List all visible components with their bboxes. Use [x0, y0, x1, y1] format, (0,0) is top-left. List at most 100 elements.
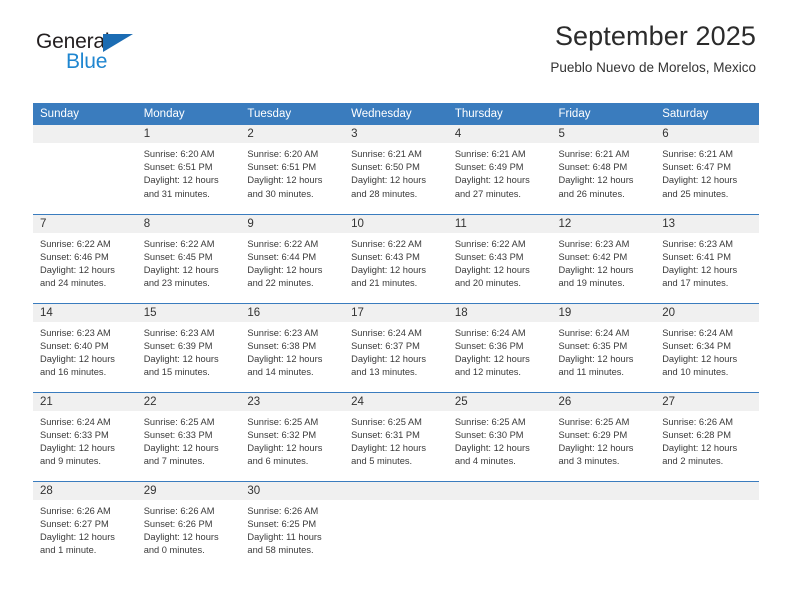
day-detail-line: Sunrise: 6:20 AM [143, 149, 215, 159]
day-number: 4 [447, 125, 552, 143]
calendar-week-row: 28 Sunrise: 6:26 AM Sunset: 6:27 PM Dayligh… [33, 480, 759, 571]
day-cell-inner: 15 Sunrise: 6:23 AM Sunset: 6:39 PM Dayligh… [136, 303, 241, 392]
day-cell-inner: 21 Sunrise: 6:24 AM Sunset: 6:33 PM Dayligh… [33, 392, 137, 481]
calendar-day-cell[interactable]: 29 Sunrise: 6:26 AM Sunset: 6:26 PM Dayligh… [136, 480, 241, 570]
calendar-day-cell[interactable]: 10 Sunrise: 6:22 AM Sunset: 6:43 PM Dayligh… [344, 213, 448, 303]
day-cell-inner: 2 Sunrise: 6:20 AM Sunset: 6:51 PM Daylight… [240, 125, 345, 214]
calendar-day-cell[interactable]: 22 Sunrise: 6:25 AM Sunset: 6:33 PM Dayligh… [136, 391, 241, 481]
calendar-day-cell[interactable]: 14 Sunrise: 6:23 AM Sunset: 6:40 PM Dayligh… [33, 302, 137, 392]
day-detail-line: and 19 minutes. [558, 278, 625, 289]
day-cell-inner: 24 Sunrise: 6:25 AM Sunset: 6:31 PM Dayligh… [344, 392, 448, 481]
calendar-body: 1 Sunrise: 6:20 AM Sunset: 6:51 PM Daylight… [33, 125, 759, 570]
day-details: Sunrise: 6:25 AM Sunset: 6:29 PM Daylight:… [552, 411, 656, 469]
calendar-week-row: 1 Sunrise: 6:20 AM Sunset: 6:51 PM Daylight… [33, 125, 759, 214]
day-cell-inner [447, 481, 552, 571]
day-cell-inner: 27 Sunrise: 6:26 AM Sunset: 6:28 PM Dayligh… [655, 392, 759, 481]
calendar-day-cell[interactable]: 3 Sunrise: 6:21 AM Sunset: 6:50 PM Daylight… [344, 125, 448, 214]
calendar-day-cell[interactable]: 12 Sunrise: 6:23 AM Sunset: 6:42 PM Dayligh… [551, 213, 656, 303]
calendar-day-cell[interactable]: 15 Sunrise: 6:23 AM Sunset: 6:39 PM Dayligh… [136, 302, 241, 392]
day-number: 30 [240, 481, 345, 500]
weekday-header-friday: Friday [551, 103, 656, 125]
day-detail-line: and 21 minutes. [351, 278, 418, 289]
calendar-day-cell[interactable]: 27 Sunrise: 6:26 AM Sunset: 6:28 PM Dayligh… [655, 391, 759, 481]
calendar-day-cell[interactable]: 9 Sunrise: 6:22 AM Sunset: 6:44 PM Daylight… [240, 213, 345, 303]
logo-triangle-icon [103, 34, 133, 52]
calendar-day-cell[interactable]: 30 Sunrise: 6:26 AM Sunset: 6:25 PM Dayligh… [240, 480, 345, 570]
day-cell-inner [551, 481, 656, 571]
day-detail-line: Daylight: 12 hours [40, 442, 115, 453]
day-detail-line: and 5 minutes. [351, 456, 413, 467]
calendar-day-cell[interactable]: 11 Sunrise: 6:22 AM Sunset: 6:43 PM Dayligh… [447, 213, 552, 303]
day-details: Sunrise: 6:26 AM Sunset: 6:25 PM Daylight:… [240, 500, 344, 558]
day-cell-inner: 1 Sunrise: 6:20 AM Sunset: 6:51 PM Daylight… [136, 125, 241, 214]
day-detail-line: Daylight: 12 hours [454, 353, 530, 364]
day-detail-line: Daylight: 12 hours [558, 353, 634, 364]
day-number: 12 [551, 214, 656, 233]
day-number [33, 125, 137, 143]
day-detail-line: and 27 minutes. [454, 188, 521, 199]
day-detail-line: Daylight: 12 hours [662, 264, 738, 275]
day-number: 23 [240, 392, 345, 411]
day-detail-line: Daylight: 12 hours [143, 531, 219, 542]
calendar-day-cell[interactable]: 1 Sunrise: 6:20 AM Sunset: 6:51 PM Daylight… [136, 125, 241, 214]
day-number: 7 [33, 214, 137, 233]
day-detail-line: Daylight: 12 hours [558, 442, 634, 453]
calendar-cell-empty [655, 480, 759, 571]
weekday-header-monday: Monday [136, 103, 241, 125]
day-detail-line: Sunset: 6:35 PM [558, 340, 628, 351]
day-details: Sunrise: 6:23 AM Sunset: 6:41 PM Daylight:… [655, 233, 759, 291]
day-number: 17 [344, 303, 448, 322]
day-number: 14 [33, 303, 137, 322]
day-cell-inner: 5 Sunrise: 6:21 AM Sunset: 6:48 PM Daylight… [551, 125, 656, 214]
calendar-day-cell[interactable]: 25 Sunrise: 6:25 AM Sunset: 6:30 PM Dayligh… [447, 391, 552, 481]
day-number [447, 481, 552, 500]
day-details: Sunrise: 6:23 AM Sunset: 6:39 PM Daylight:… [137, 322, 241, 380]
calendar-day-cell[interactable]: 20 Sunrise: 6:24 AM Sunset: 6:34 PM Dayligh… [655, 302, 759, 392]
day-detail-line: Sunrise: 6:22 AM [351, 238, 422, 249]
day-cell-inner [655, 481, 759, 571]
calendar-day-cell[interactable]: 7 Sunrise: 6:22 AM Sunset: 6:46 PM Daylight… [33, 213, 137, 303]
day-detail-line: Sunrise: 6:25 AM [558, 416, 630, 427]
day-details: Sunrise: 6:21 AM Sunset: 6:48 PM Daylight:… [552, 143, 656, 201]
calendar-day-cell[interactable]: 6 Sunrise: 6:21 AM Sunset: 6:47 PM Daylight… [655, 125, 759, 214]
day-detail-line: Sunset: 6:37 PM [351, 340, 420, 351]
calendar-page: General Blue September 2025 Pueblo Nuevo… [0, 0, 792, 612]
day-number: 20 [655, 303, 759, 322]
day-detail-line: Daylight: 12 hours [558, 175, 634, 186]
calendar-day-cell[interactable]: 16 Sunrise: 6:23 AM Sunset: 6:38 PM Dayligh… [240, 302, 345, 392]
calendar-day-cell[interactable]: 24 Sunrise: 6:25 AM Sunset: 6:31 PM Dayligh… [344, 391, 448, 481]
day-detail-line: and 15 minutes. [143, 367, 210, 378]
day-detail-line: Daylight: 12 hours [40, 531, 115, 542]
day-details: Sunrise: 6:23 AM Sunset: 6:38 PM Daylight:… [240, 322, 344, 380]
day-details: Sunrise: 6:21 AM Sunset: 6:47 PM Daylight:… [655, 143, 759, 201]
calendar-day-cell[interactable]: 8 Sunrise: 6:22 AM Sunset: 6:45 PM Daylight… [136, 213, 241, 303]
calendar-day-cell[interactable]: 23 Sunrise: 6:25 AM Sunset: 6:32 PM Dayligh… [240, 391, 345, 481]
day-detail-line: and 28 minutes. [351, 188, 418, 199]
general-blue-logo[interactable]: General Blue [36, 30, 206, 73]
calendar-day-cell[interactable]: 19 Sunrise: 6:24 AM Sunset: 6:35 PM Dayligh… [551, 302, 656, 392]
day-detail-line: and 26 minutes. [558, 188, 625, 199]
day-detail-line: Daylight: 12 hours [143, 264, 219, 275]
day-number: 1 [136, 125, 241, 143]
calendar-day-cell[interactable]: 18 Sunrise: 6:24 AM Sunset: 6:36 PM Dayligh… [447, 302, 552, 392]
day-number: 5 [551, 125, 656, 143]
calendar-day-cell[interactable]: 4 Sunrise: 6:21 AM Sunset: 6:49 PM Daylight… [447, 125, 552, 214]
day-details: Sunrise: 6:25 AM Sunset: 6:32 PM Daylight:… [240, 411, 344, 469]
day-detail-line: Sunrise: 6:24 AM [40, 416, 111, 427]
calendar-day-cell[interactable]: 2 Sunrise: 6:20 AM Sunset: 6:51 PM Daylight… [240, 125, 345, 214]
calendar-header-row: Sunday Monday Tuesday Wednesday Thursday Frid… [33, 103, 759, 125]
calendar-day-cell[interactable]: 13 Sunrise: 6:23 AM Sunset: 6:41 PM Dayligh… [655, 213, 759, 303]
day-details: Sunrise: 6:22 AM Sunset: 6:45 PM Daylight:… [137, 233, 241, 291]
calendar-day-cell[interactable]: 28 Sunrise: 6:26 AM Sunset: 6:27 PM Dayligh… [33, 480, 137, 570]
calendar-day-cell[interactable]: 21 Sunrise: 6:24 AM Sunset: 6:33 PM Dayligh… [33, 391, 137, 481]
day-detail-line: Daylight: 12 hours [454, 264, 530, 275]
day-details [344, 500, 448, 505]
calendar-day-cell[interactable]: 5 Sunrise: 6:21 AM Sunset: 6:48 PM Daylight… [551, 125, 656, 214]
day-details: Sunrise: 6:25 AM Sunset: 6:31 PM Daylight:… [344, 411, 448, 469]
day-number: 3 [344, 125, 448, 143]
calendar-day-cell[interactable]: 26 Sunrise: 6:25 AM Sunset: 6:29 PM Dayligh… [551, 391, 656, 481]
day-detail-line: Sunset: 6:51 PM [247, 162, 317, 173]
day-detail-line: Sunrise: 6:21 AM [351, 149, 422, 159]
calendar-day-cell[interactable]: 17 Sunrise: 6:24 AM Sunset: 6:37 PM Dayligh… [344, 302, 448, 392]
day-details: Sunrise: 6:23 AM Sunset: 6:42 PM Daylight:… [552, 233, 656, 291]
